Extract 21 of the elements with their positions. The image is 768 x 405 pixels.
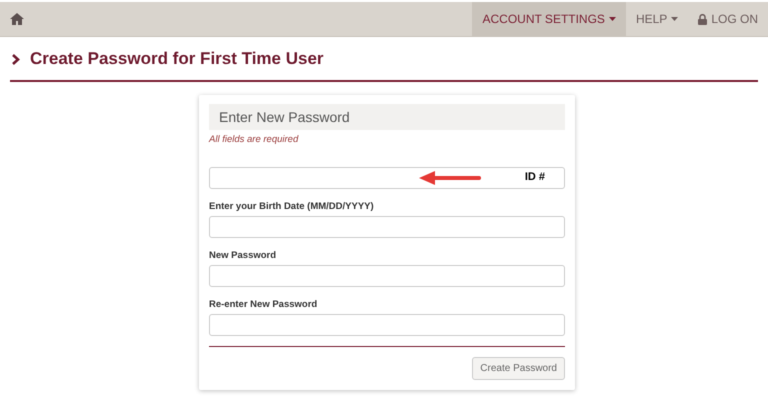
field-label: Re-enter New Password	[209, 299, 318, 310]
create-password-button[interactable]: Create Password	[472, 357, 565, 380]
required-note: All fields are required	[209, 134, 300, 145]
lock-icon	[698, 14, 708, 24]
input-field[interactable]	[209, 167, 565, 189]
caret-icon	[608, 17, 616, 21]
field-label: Enter your Birth Date (MM/DD/YYYY)	[209, 201, 375, 212]
nav-link[interactable]: HELP	[626, 2, 688, 36]
home-icon[interactable]	[10, 13, 24, 25]
input-field[interactable]	[209, 216, 565, 238]
nav-link[interactable]: LOG ON	[688, 2, 768, 36]
arrow-icon	[419, 171, 481, 185]
caret-icon	[671, 17, 678, 21]
chevron-icon	[12, 54, 20, 64]
form-heading: Enter New Password	[209, 104, 565, 130]
input-field[interactable]	[209, 314, 565, 336]
field-label: New Password	[209, 250, 278, 261]
page-title: Create Password for First Time User	[30, 49, 324, 69]
annotation-label: ID #	[524, 171, 545, 183]
input-field[interactable]	[209, 265, 565, 287]
nav-link[interactable]: ACCOUNT SETTINGS	[472, 2, 626, 36]
